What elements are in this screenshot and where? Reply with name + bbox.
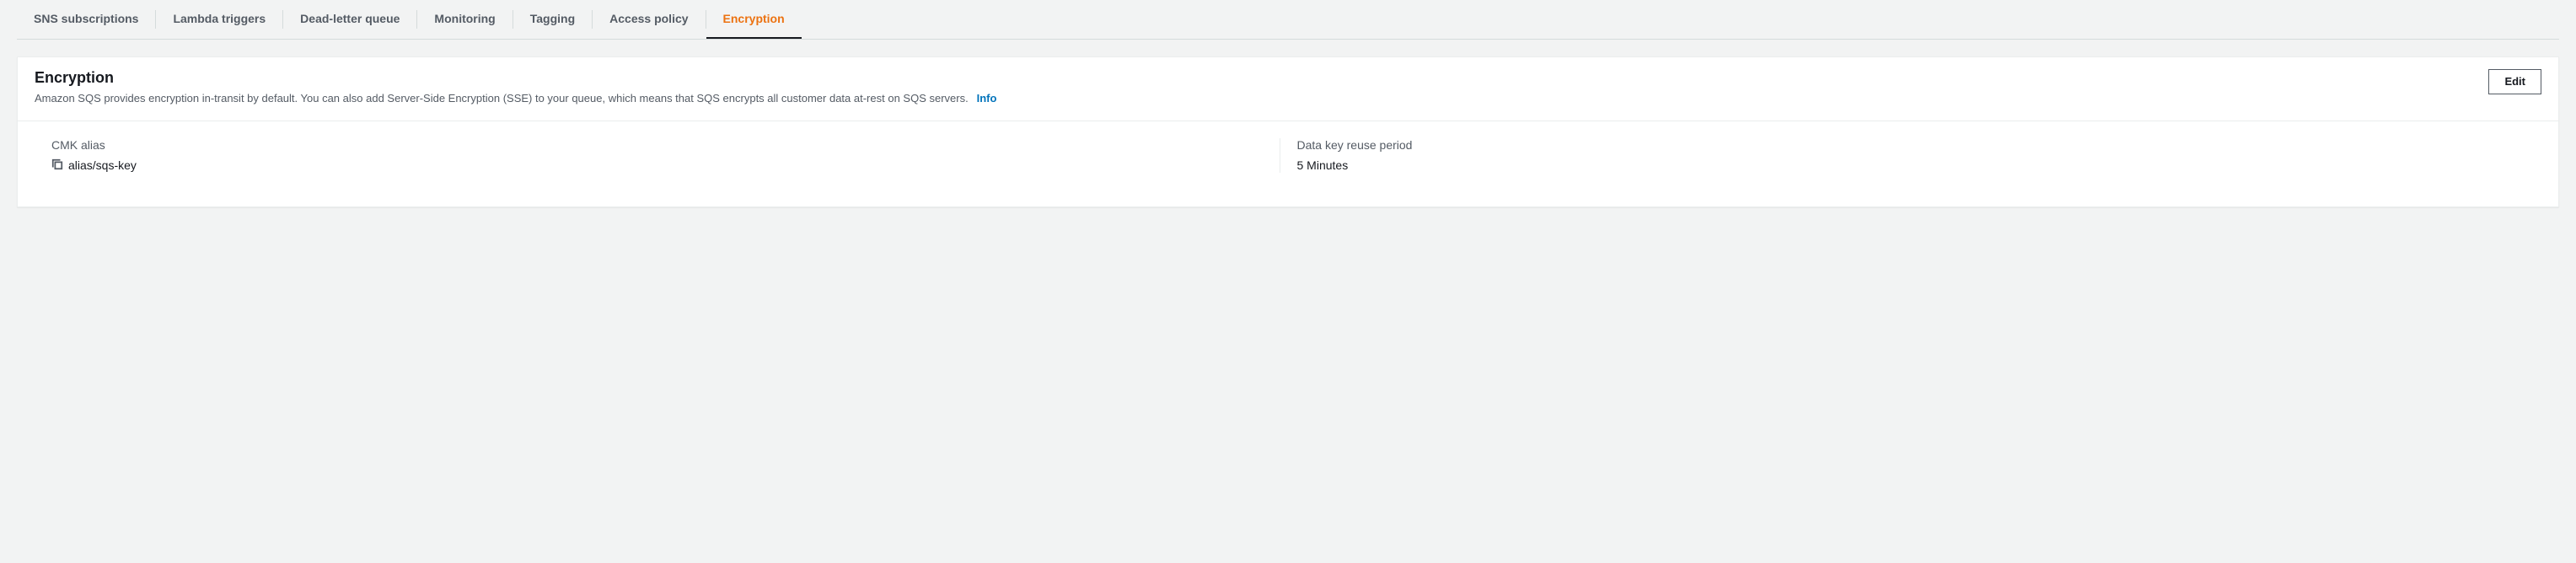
encryption-panel: Encryption Amazon SQS provides encryptio… bbox=[17, 56, 2559, 207]
cmk-alias-value-row: alias/sqs-key bbox=[51, 158, 1263, 173]
edit-button[interactable]: Edit bbox=[2488, 69, 2541, 94]
panel-body: CMK alias alias/sqs-key Data key reuse p… bbox=[18, 121, 2558, 206]
panel-title: Encryption bbox=[35, 69, 2488, 87]
tab-access-policy[interactable]: Access policy bbox=[593, 0, 705, 39]
tab-monitoring[interactable]: Monitoring bbox=[417, 0, 512, 39]
copy-icon[interactable] bbox=[51, 158, 63, 173]
info-link[interactable]: Info bbox=[977, 92, 997, 105]
tab-sns-subscriptions[interactable]: SNS subscriptions bbox=[17, 0, 155, 39]
panel-description-row: Amazon SQS provides encryption in-transi… bbox=[35, 90, 2488, 107]
tab-dead-letter-queue[interactable]: Dead-letter queue bbox=[283, 0, 416, 39]
detail-tabs: SNS subscriptions Lambda triggers Dead-l… bbox=[17, 0, 2559, 40]
panel-header-text: Encryption Amazon SQS provides encryptio… bbox=[35, 69, 2488, 107]
tab-lambda-triggers[interactable]: Lambda triggers bbox=[156, 0, 282, 39]
cmk-alias-label: CMK alias bbox=[51, 138, 1263, 152]
tab-encryption[interactable]: Encryption bbox=[706, 0, 802, 39]
tab-tagging[interactable]: Tagging bbox=[513, 0, 592, 39]
reuse-period-label: Data key reuse period bbox=[1297, 138, 2509, 152]
panel-description: Amazon SQS provides encryption in-transi… bbox=[35, 92, 969, 105]
cmk-alias-value: alias/sqs-key bbox=[68, 158, 137, 172]
reuse-period-value: 5 Minutes bbox=[1297, 158, 2509, 172]
col-reuse-period: Data key reuse period 5 Minutes bbox=[1280, 138, 2525, 173]
panel-header: Encryption Amazon SQS provides encryptio… bbox=[18, 57, 2558, 121]
col-cmk-alias: CMK alias alias/sqs-key bbox=[51, 138, 1280, 173]
